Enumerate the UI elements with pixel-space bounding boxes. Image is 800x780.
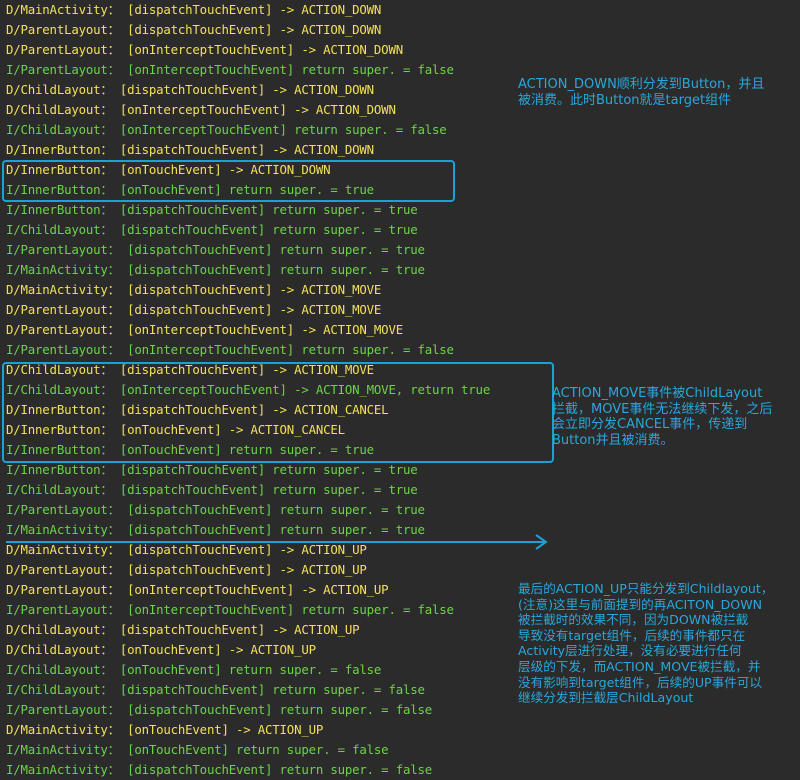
- log-line: D/ChildLayout： [dispatchTouchEvent] -> A…: [6, 622, 360, 637]
- log-line: I/MainActivity： [onTouchEvent] return su…: [6, 742, 389, 757]
- log-line: D/ChildLayout： [onTouchEvent] -> ACTION_…: [6, 642, 316, 657]
- annotation-action-down: ACTION_DOWN顺利分发到Button，并且 被消费。此时Button就是…: [518, 77, 765, 108]
- log-line: I/ParentLayout： [dispatchTouchEvent] ret…: [6, 502, 425, 517]
- log-line: I/ParentLayout： [onInterceptTouchEvent] …: [6, 62, 454, 77]
- log-line: D/ChildLayout： [onInterceptTouchEvent] -…: [6, 102, 396, 117]
- log-line: I/ChildLayout： [dispatchTouchEvent] retu…: [6, 222, 418, 237]
- log-line: I/InnerButton： [dispatchTouchEvent] retu…: [6, 202, 418, 217]
- log-line: I/ParentLayout： [onInterceptTouchEvent] …: [6, 342, 454, 357]
- log-line: I/ChildLayout： [dispatchTouchEvent] retu…: [6, 482, 418, 497]
- highlight-down-consumed: [2, 160, 455, 202]
- log-line: D/MainActivity： [onTouchEvent] -> ACTION…: [6, 722, 324, 737]
- log-line: D/ParentLayout： [onInterceptTouchEvent] …: [6, 582, 389, 597]
- annotation-action-move: ACTION_MOVE事件被ChildLayout 拦截，MOVE事件无法继续下…: [552, 386, 773, 448]
- log-line: D/MainActivity： [dispatchTouchEvent] -> …: [6, 2, 382, 17]
- annotation-action-up: 最后的ACTION_UP只能分发到Childlayout， (注意)这里与前面提…: [518, 581, 774, 706]
- log-line: D/ParentLayout： [dispatchTouchEvent] -> …: [6, 22, 382, 37]
- log-line: I/ParentLayout： [dispatchTouchEvent] ret…: [6, 242, 425, 257]
- log-line: D/ParentLayout： [onInterceptTouchEvent] …: [6, 42, 403, 57]
- log-line: I/ChildLayout： [onTouchEvent] return sup…: [6, 662, 382, 677]
- log-line: D/ChildLayout： [dispatchTouchEvent] -> A…: [6, 82, 374, 97]
- log-line: D/ParentLayout： [dispatchTouchEvent] -> …: [6, 302, 382, 317]
- log-line: D/InnerButton： [dispatchTouchEvent] -> A…: [6, 142, 374, 157]
- log-line: I/ParentLayout： [dispatchTouchEvent] ret…: [6, 702, 432, 717]
- log-line: D/MainActivity： [dispatchTouchEvent] -> …: [6, 282, 382, 297]
- arrow-icon: [6, 534, 548, 550]
- log-line: I/ChildLayout： [dispatchTouchEvent] retu…: [6, 682, 425, 697]
- log-line: I/ChildLayout： [onInterceptTouchEvent] r…: [6, 122, 447, 137]
- log-line: I/ParentLayout： [onInterceptTouchEvent] …: [6, 602, 454, 617]
- log-line: D/ParentLayout： [dispatchTouchEvent] -> …: [6, 562, 367, 577]
- log-line: I/InnerButton： [dispatchTouchEvent] retu…: [6, 462, 418, 477]
- log-line: I/MainActivity： [dispatchTouchEvent] ret…: [6, 762, 432, 777]
- log-line: I/MainActivity： [dispatchTouchEvent] ret…: [6, 262, 425, 277]
- log-line: D/ParentLayout： [onInterceptTouchEvent] …: [6, 322, 403, 337]
- highlight-move-intercepted: [2, 362, 554, 463]
